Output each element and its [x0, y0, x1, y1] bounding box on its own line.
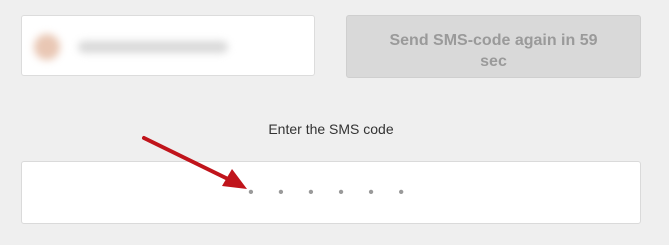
resend-sms-code-button[interactable]: Send SMS-code again in 59 sec: [346, 15, 641, 78]
redacted-phone-value: •••••••••••: [78, 41, 228, 53]
sms-code-input[interactable]: [21, 161, 641, 224]
phone-number-field: •••••••••••: [21, 15, 315, 76]
sms-code-label: Enter the SMS code: [268, 121, 394, 137]
redacted-phone-number: •••••••••••: [34, 34, 234, 60]
country-flag-icon: [34, 34, 60, 60]
